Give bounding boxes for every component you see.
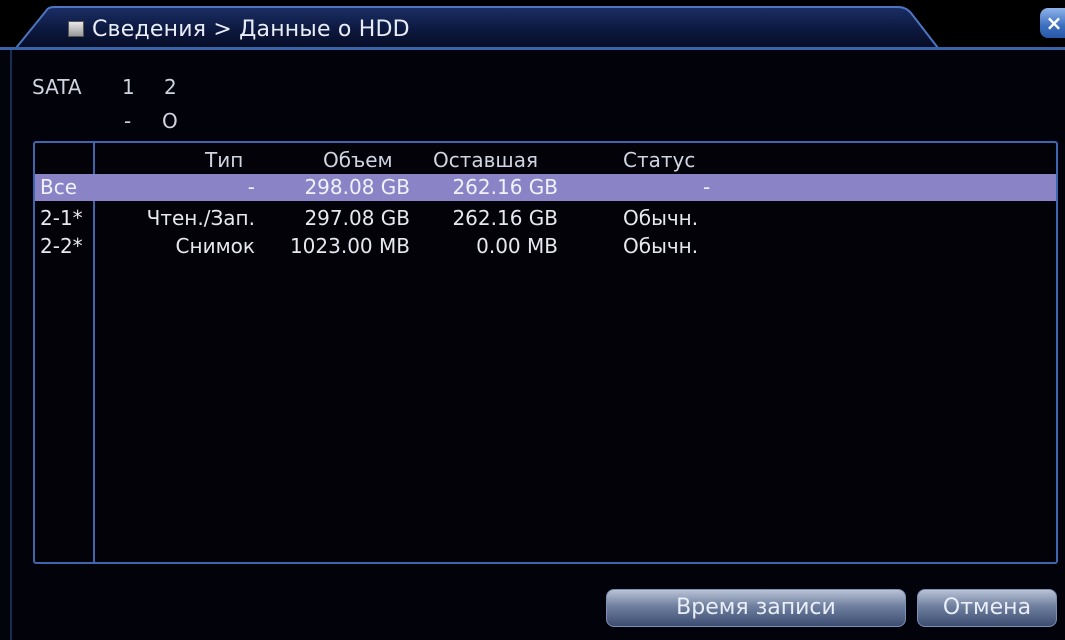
- row-remaining: 262.16 GB: [452, 175, 558, 199]
- row-id: 2-1*: [40, 206, 83, 230]
- row-id: 2-2*: [40, 234, 83, 258]
- sata-port-1: 1: [122, 75, 135, 99]
- row-status: Обычн.: [623, 206, 699, 230]
- row-remaining: 0.00 MB: [476, 234, 558, 258]
- row-status: Обычн.: [623, 234, 699, 258]
- close-button[interactable]: ×: [1040, 8, 1065, 38]
- table-row-all[interactable]: Все - 298.08 GB 262.16 GB -: [35, 174, 1056, 201]
- row-capacity: 1023.00 MB: [289, 234, 410, 258]
- row-type: Снимок: [175, 234, 255, 258]
- sata-port-2: 2: [164, 75, 177, 99]
- window-title: Сведения > Данные о HDD: [68, 14, 410, 44]
- column-header-capacity: Объем: [323, 148, 393, 172]
- hdd-table: Тип Объем Оставшая Статус Все - 298.08 G…: [33, 141, 1058, 564]
- column-header-status: Статус: [623, 148, 696, 172]
- row-remaining: 262.16 GB: [452, 206, 558, 230]
- sata-port-2-state: O: [162, 109, 178, 133]
- sata-label: SATA: [32, 75, 82, 99]
- row-capacity: 297.08 GB: [304, 206, 410, 230]
- table-row-2-1[interactable]: 2-1* Чтен./Зап. 297.08 GB 262.16 GB Обыч…: [35, 205, 1056, 232]
- row-status: -: [703, 175, 711, 199]
- column-header-type: Тип: [205, 148, 244, 172]
- title-tab: Сведения > Данные о HDD: [8, 5, 948, 48]
- row-type: Чтен./Зап.: [146, 206, 255, 230]
- record-time-button[interactable]: Время записи: [606, 589, 906, 627]
- column-header-remaining: Оставшая: [433, 148, 539, 172]
- document-icon: [68, 21, 84, 37]
- cancel-button[interactable]: Отмена: [917, 589, 1057, 627]
- row-capacity: 298.08 GB: [304, 175, 410, 199]
- table-row-2-2[interactable]: 2-2* Снимок 1023.00 MB 0.00 MB Обычн.: [35, 233, 1056, 260]
- sata-port-1-state: -: [124, 109, 132, 133]
- row-type: -: [247, 175, 255, 199]
- row-id: Все: [40, 175, 78, 199]
- window-title-text: Сведения > Данные о HDD: [92, 16, 410, 42]
